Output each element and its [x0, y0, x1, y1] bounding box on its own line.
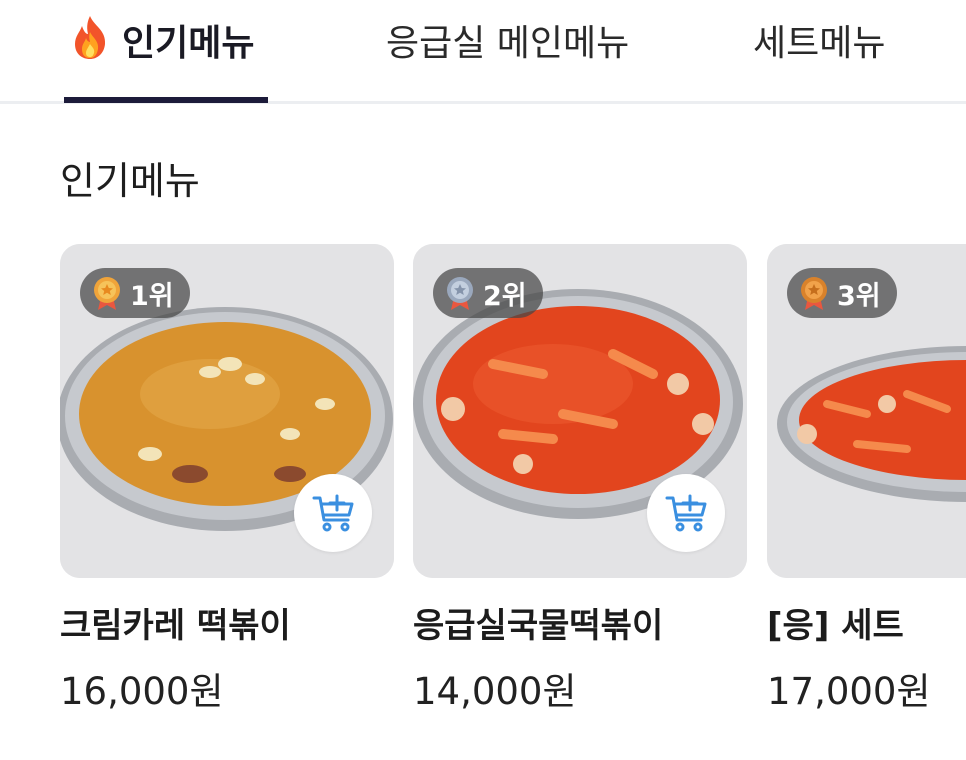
rank-badge: 3위: [787, 268, 897, 318]
add-to-cart-button[interactable]: [294, 474, 372, 552]
add-to-cart-button[interactable]: [647, 474, 725, 552]
product-image[interactable]: 3위: [767, 244, 966, 578]
silver-medal-icon: [447, 277, 473, 310]
gold-medal-icon: [94, 277, 120, 310]
bronze-medal-icon: [801, 277, 827, 310]
add-cart-icon: [665, 494, 707, 532]
product-name[interactable]: 크림카레 떡볶이: [60, 598, 394, 647]
product-price: 17,000원: [767, 670, 931, 713]
category-tabs: 인기메뉴 응급실 메인메뉴 세트메뉴: [0, 0, 966, 104]
tab-popular-menu[interactable]: 인기메뉴: [70, 0, 254, 104]
product-price: 16,000원: [60, 670, 224, 713]
tab-label: 인기메뉴: [122, 23, 255, 64]
rank-label: 1위: [130, 280, 174, 312]
product-card[interactable]: 2위 응급실국물떡볶이 14,000원: [413, 244, 747, 715]
rank-label: 3위: [837, 280, 881, 312]
product-name[interactable]: 응급실국물떡볶이: [413, 598, 747, 647]
product-image[interactable]: 2위: [413, 244, 747, 578]
product-image[interactable]: 1위: [60, 244, 394, 578]
tab-label: 세트메뉴: [753, 23, 886, 64]
fire-icon: [70, 14, 110, 60]
section-title: 인기메뉴: [60, 159, 200, 203]
product-card[interactable]: 1위 크림카레 떡볶이 16,000원: [60, 244, 394, 715]
product-card[interactable]: 3위 [응] 세트 17,000원: [767, 244, 966, 715]
rank-badge: 2위: [433, 268, 543, 318]
active-tab-indicator: [64, 97, 268, 103]
rank-label: 2위: [483, 280, 527, 312]
product-price: 14,000원: [413, 670, 577, 713]
tab-set-menu[interactable]: 세트메뉴: [753, 0, 885, 104]
rank-badge: 1위: [80, 268, 190, 318]
add-cart-icon: [312, 494, 354, 532]
product-name[interactable]: [응] 세트: [767, 598, 966, 647]
tab-label: 응급실 메인메뉴: [386, 23, 630, 64]
tab-main-menu[interactable]: 응급실 메인메뉴: [386, 0, 629, 104]
